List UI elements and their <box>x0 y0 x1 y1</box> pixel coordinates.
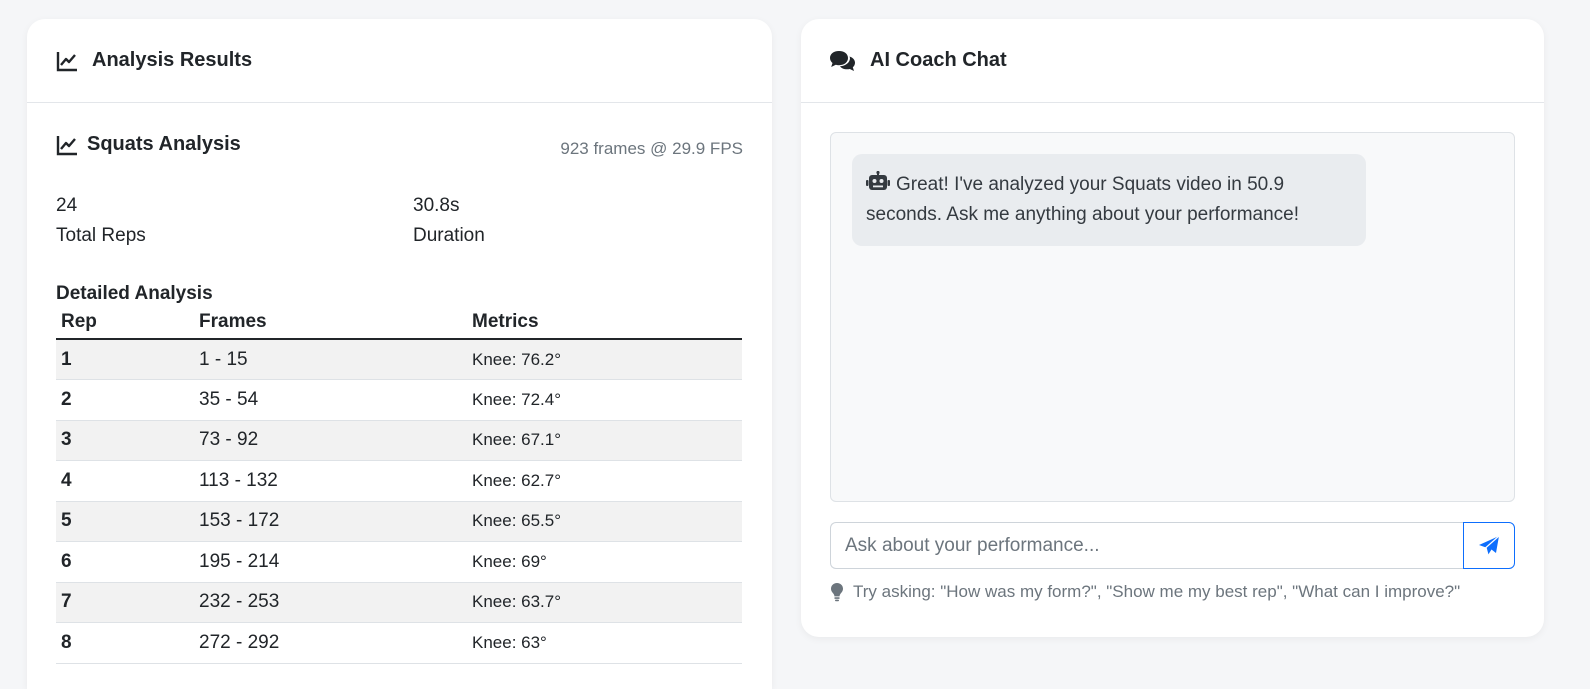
rep-cell: 2 <box>56 379 194 421</box>
table-row: 11 - 15 Knee: 76.2° <box>56 339 742 380</box>
stat-duration: 30.8s Duration <box>413 191 485 251</box>
chat-hint: Try asking: "How was my form?", "Show me… <box>830 582 1460 602</box>
section-title-text: Squats Analysis <box>87 133 241 155</box>
rep-cell: 3 <box>56 420 194 461</box>
stat-value: 30.8s <box>413 195 460 216</box>
analysis-results-title: Analysis Results <box>92 49 253 71</box>
analysis-results-card: Analysis Results Squats Analysis 923 fra… <box>27 19 772 689</box>
metrics-cell: Knee: 65.5° <box>467 501 742 542</box>
analysis-body: Squats Analysis 923 frames @ 29.9 FPS 24… <box>27 103 772 689</box>
frames-cell: 113 - 132 <box>194 460 467 502</box>
lightbulb-icon <box>830 582 844 602</box>
reps-table: Rep Frames Metrics 11 - 15 Knee: 76.2° 2 35… <box>56 306 742 664</box>
metrics-cell: Knee: 69° <box>467 541 742 583</box>
frames-cell: 1 - 15 <box>194 339 467 380</box>
line-chart-icon <box>56 134 78 156</box>
stat-label: Duration <box>413 225 485 246</box>
metrics-cell: Knee: 72.4° <box>467 379 742 421</box>
comments-icon <box>829 50 856 72</box>
frames-cell: 35 - 54 <box>194 379 467 421</box>
frames-cell: 73 - 92 <box>194 420 467 461</box>
metrics-cell: Knee: 67.1° <box>467 420 742 461</box>
metrics-cell: Knee: 76.2° <box>467 339 742 380</box>
frames-cell: 272 - 292 <box>194 622 467 664</box>
stat-label: Total Reps <box>56 225 146 246</box>
rep-cell: 6 <box>56 541 194 583</box>
rep-cell: 7 <box>56 582 194 623</box>
table-row: 7 232 - 253 Knee: 63.7° <box>56 582 742 623</box>
table-header-row: Rep Frames Metrics <box>56 306 742 340</box>
table-row: 8 272 - 292 Knee: 63° <box>56 622 742 664</box>
rep-cell: 4 <box>56 460 194 502</box>
chat-input[interactable] <box>830 522 1463 569</box>
metrics-cell: Knee: 62.7° <box>467 460 742 502</box>
line-chart-icon <box>56 50 78 72</box>
ai-coach-chat-card: AI Coach Chat Great! I've analyzed your … <box>801 19 1544 637</box>
rep-cell: 1 <box>56 339 194 380</box>
stat-value: 24 <box>56 195 78 216</box>
paper-plane-icon <box>1478 535 1500 557</box>
frames-cell: 195 - 214 <box>194 541 467 583</box>
metrics-cell: Knee: 63° <box>467 622 742 664</box>
table-row: 2 35 - 54 Knee: 72.4° <box>56 379 742 421</box>
stat-total-reps: 24 Total Reps <box>56 191 146 251</box>
metrics-cell: Knee: 63.7° <box>467 582 742 623</box>
detailed-analysis-title: Detailed Analysis <box>56 283 213 304</box>
section-header: Squats Analysis 923 frames @ 29.9 FPS <box>56 133 743 163</box>
reps-table-body: 11 - 15 Knee: 76.2° 2 35 - 54 Knee: 72.4° 3 73… <box>56 339 742 664</box>
frames-cell: 232 - 253 <box>194 582 467 623</box>
frames-cell: 153 - 172 <box>194 501 467 542</box>
bot-message: Great! I've analyzed your Squats video i… <box>852 154 1366 246</box>
rep-cell: 8 <box>56 622 194 664</box>
table-row: 5 153 - 172 Knee: 65.5° <box>56 501 742 542</box>
chat-input-row <box>830 522 1515 569</box>
section-title: Squats Analysis <box>56 133 241 156</box>
ai-coach-chat-header: AI Coach Chat <box>801 19 1544 103</box>
column-header-rep: Rep <box>56 306 194 340</box>
bot-message-text: Great! I've analyzed your Squats video i… <box>866 174 1300 225</box>
frames-fps-meta: 923 frames @ 29.9 FPS <box>560 139 743 158</box>
column-header-metrics: Metrics <box>467 306 742 340</box>
table-row: 4 113 - 132 Knee: 62.7° <box>56 460 742 502</box>
robot-icon <box>866 170 890 193</box>
column-header-frames: Frames <box>194 306 467 340</box>
table-row: 3 73 - 92 Knee: 67.1° <box>56 420 742 461</box>
ai-coach-chat-title: AI Coach Chat <box>870 49 1007 71</box>
rep-cell: 5 <box>56 501 194 542</box>
chat-messages-area[interactable]: Great! I've analyzed your Squats video i… <box>830 132 1515 502</box>
table-row: 6 195 - 214 Knee: 69° <box>56 541 742 583</box>
send-button[interactable] <box>1463 522 1515 569</box>
analysis-results-header: Analysis Results <box>27 19 772 103</box>
chat-hint-text: Try asking: "How was my form?", "Show me… <box>853 582 1461 601</box>
